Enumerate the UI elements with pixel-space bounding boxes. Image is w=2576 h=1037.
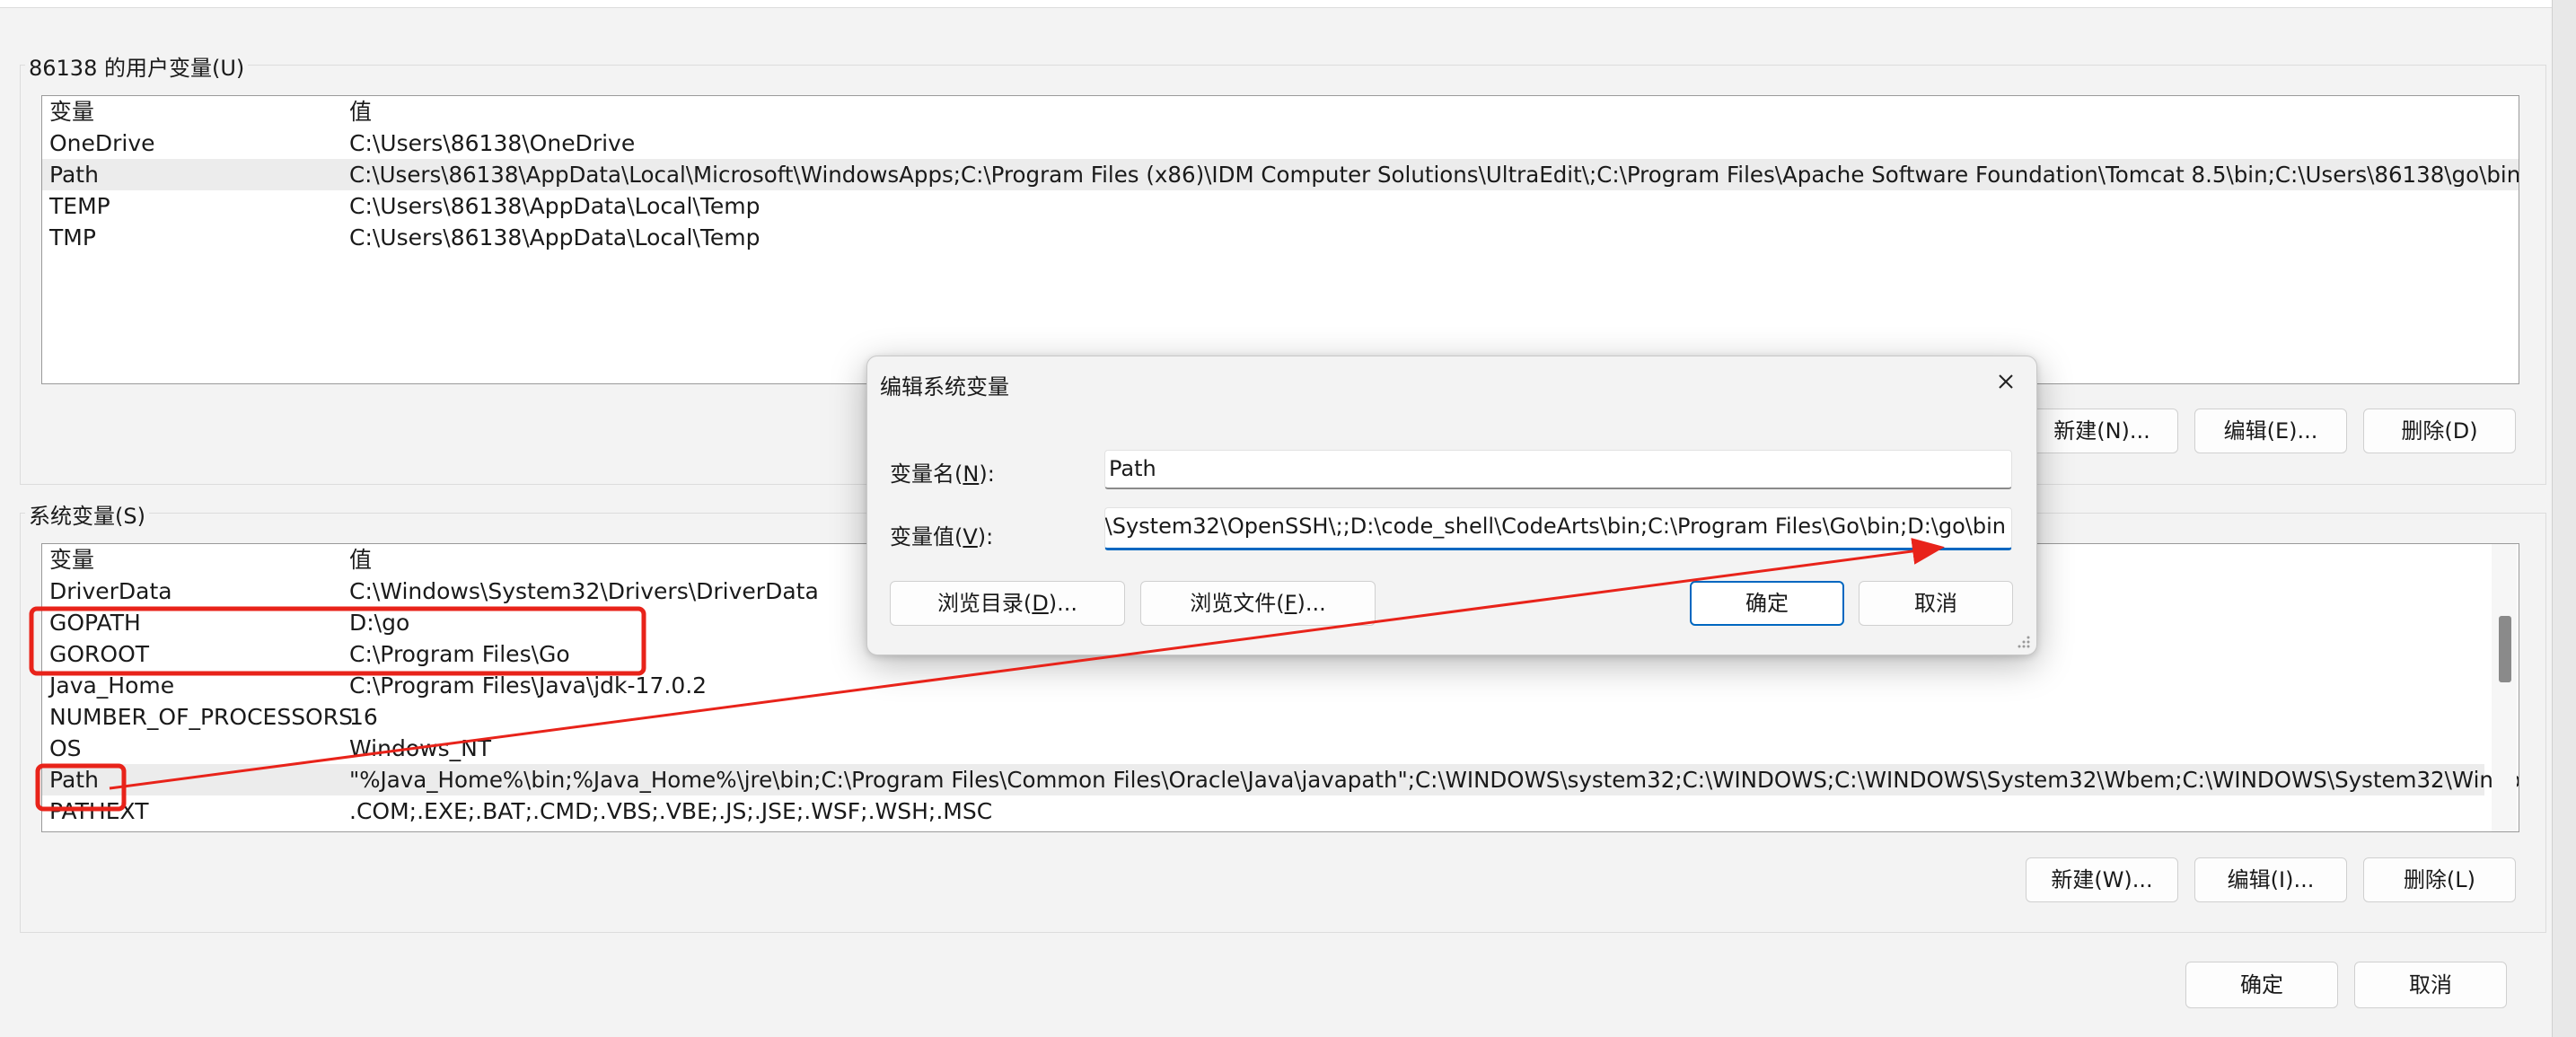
table-row[interactable]: PATHEXT .COM;.EXE;.BAT;.CMD;.VBS;.VBE;.J… — [42, 795, 2484, 827]
column-header-value[interactable]: 值 — [349, 544, 372, 576]
button-text: )... — [1297, 591, 1326, 616]
variable-name: NUMBER_OF_PROCESSORS — [49, 704, 353, 730]
table-row[interactable]: TMP C:\Users\86138\AppData\Local\Temp — [42, 222, 2519, 253]
column-header-value[interactable]: 值 — [349, 96, 372, 127]
variable-value: "%Java_Home%\bin;%Java_Home%\jre\bin;C:\… — [349, 767, 2519, 793]
variable-value: C:\Users\86138\AppData\Local\Microsoft\W… — [349, 162, 2519, 188]
table-row[interactable]: Path C:\Users\86138\AppData\Local\Micros… — [42, 159, 2519, 190]
variable-name: DriverData — [49, 578, 172, 604]
table-row[interactable]: NUMBER_OF_PROCESSORS 16 — [42, 701, 2484, 733]
browse-directory-button[interactable]: 浏览目录(D)... — [890, 581, 1125, 626]
table-row[interactable]: TEMP C:\Users\86138\AppData\Local\Temp — [42, 190, 2519, 222]
variable-value: C:\Program Files\Java\jdk-17.0.2 — [349, 672, 708, 699]
user-variables-title: 86138 的用户变量(U) — [25, 50, 249, 82]
variable-name: GOPATH — [49, 610, 141, 636]
button-accesskey: D — [1032, 591, 1049, 616]
table-row[interactable]: OS Windows_NT — [42, 733, 2484, 764]
dialog-cancel-button[interactable]: 取消 — [1859, 581, 2013, 626]
variable-name: Java_Home — [49, 672, 175, 699]
ok-button[interactable]: 确定 — [2185, 962, 2338, 1008]
user-edit-button[interactable]: 编辑(E)... — [2194, 409, 2347, 453]
label-text: ): — [977, 524, 994, 549]
button-text: 浏览目录( — [936, 591, 1033, 616]
table-row[interactable]: Java_Home C:\Program Files\Java\jdk-17.0… — [42, 670, 2484, 701]
variable-value-field[interactable]: T%\System32\OpenSSH\;;D:\code_shell\Code… — [1104, 507, 2012, 550]
button-text: 浏览文件( — [1190, 591, 1285, 616]
variable-name-field[interactable]: Path — [1104, 450, 2012, 489]
variable-name: GOROOT — [49, 641, 150, 667]
vertical-scrollbar[interactable] — [2492, 544, 2517, 831]
system-variables-title: 系统变量(S) — [25, 498, 149, 530]
table-row[interactable]: OneDrive C:\Users\86138\OneDrive — [42, 127, 2519, 159]
variable-value: C:\Users\86138\AppData\Local\Temp — [349, 193, 760, 219]
user-new-button[interactable]: 新建(N)... — [2026, 409, 2178, 453]
window-top-edge — [0, 0, 2576, 8]
dialog-title: 编辑系统变量 — [880, 374, 1009, 400]
label-text: 变量名( — [890, 461, 963, 487]
cancel-button[interactable]: 取消 — [2354, 962, 2507, 1008]
button-accesskey: F — [1284, 591, 1297, 616]
variable-name-value: Path — [1109, 456, 1156, 481]
browse-file-button[interactable]: 浏览文件(F)... — [1140, 581, 1376, 626]
variable-value-label: 变量值(V): — [890, 519, 993, 550]
variable-name: Path — [49, 162, 99, 188]
label-text: 变量值( — [890, 524, 963, 549]
variable-value-text: T%\System32\OpenSSH\;;D:\code_shell\Code… — [1104, 514, 2006, 539]
variable-name: Path — [49, 767, 99, 793]
window-right-edge — [2552, 0, 2576, 1037]
resize-grip-icon[interactable] — [2015, 635, 2031, 651]
column-header-variable[interactable]: 变量 — [49, 96, 94, 127]
variable-value: C:\Users\86138\OneDrive — [349, 130, 636, 156]
variable-value: 16 — [349, 704, 378, 730]
variable-value: D:\go — [349, 610, 410, 636]
variable-value: C:\Users\86138\AppData\Local\Temp — [349, 224, 760, 250]
system-delete-button[interactable]: 删除(L) — [2363, 857, 2516, 902]
variable-value: .COM;.EXE;.BAT;.CMD;.VBS;.VBE;.JS;.JSE;.… — [349, 798, 993, 824]
edit-system-variable-dialog: 编辑系统变量 变量名(N): Path 变量值(V): T%\System32\… — [866, 356, 2037, 655]
column-header-variable[interactable]: 变量 — [49, 544, 94, 576]
variable-value: Windows_NT — [349, 735, 492, 761]
label-accesskey: V — [963, 524, 978, 549]
variable-name: TMP — [49, 224, 96, 250]
variable-name: TEMP — [49, 193, 110, 219]
button-text: )... — [1048, 591, 1078, 616]
system-new-button[interactable]: 新建(W)... — [2026, 857, 2178, 902]
variable-name: OneDrive — [49, 130, 155, 156]
user-delete-button[interactable]: 删除(D) — [2363, 409, 2516, 453]
table-row[interactable]: Path "%Java_Home%\bin;%Java_Home%\jre\bi… — [42, 764, 2519, 795]
variable-name-label: 变量名(N): — [890, 456, 995, 488]
scrollbar-thumb[interactable] — [2499, 616, 2511, 682]
variable-value: C:\Program Files\Go — [349, 641, 570, 667]
label-text: ): — [979, 461, 995, 487]
label-accesskey: N — [963, 461, 980, 487]
list-header: 变量 值 — [42, 96, 2519, 127]
variable-name: OS — [49, 735, 82, 761]
user-variables-list[interactable]: 变量 值 OneDrive C:\Users\86138\OneDrive Pa… — [41, 95, 2519, 384]
dialog-ok-button[interactable]: 确定 — [1690, 581, 1844, 626]
close-icon[interactable] — [1988, 364, 2024, 400]
system-edit-button[interactable]: 编辑(I)... — [2194, 857, 2347, 902]
variable-value: C:\Windows\System32\Drivers\DriverData — [349, 578, 819, 604]
variable-name: PATHEXT — [49, 798, 149, 824]
